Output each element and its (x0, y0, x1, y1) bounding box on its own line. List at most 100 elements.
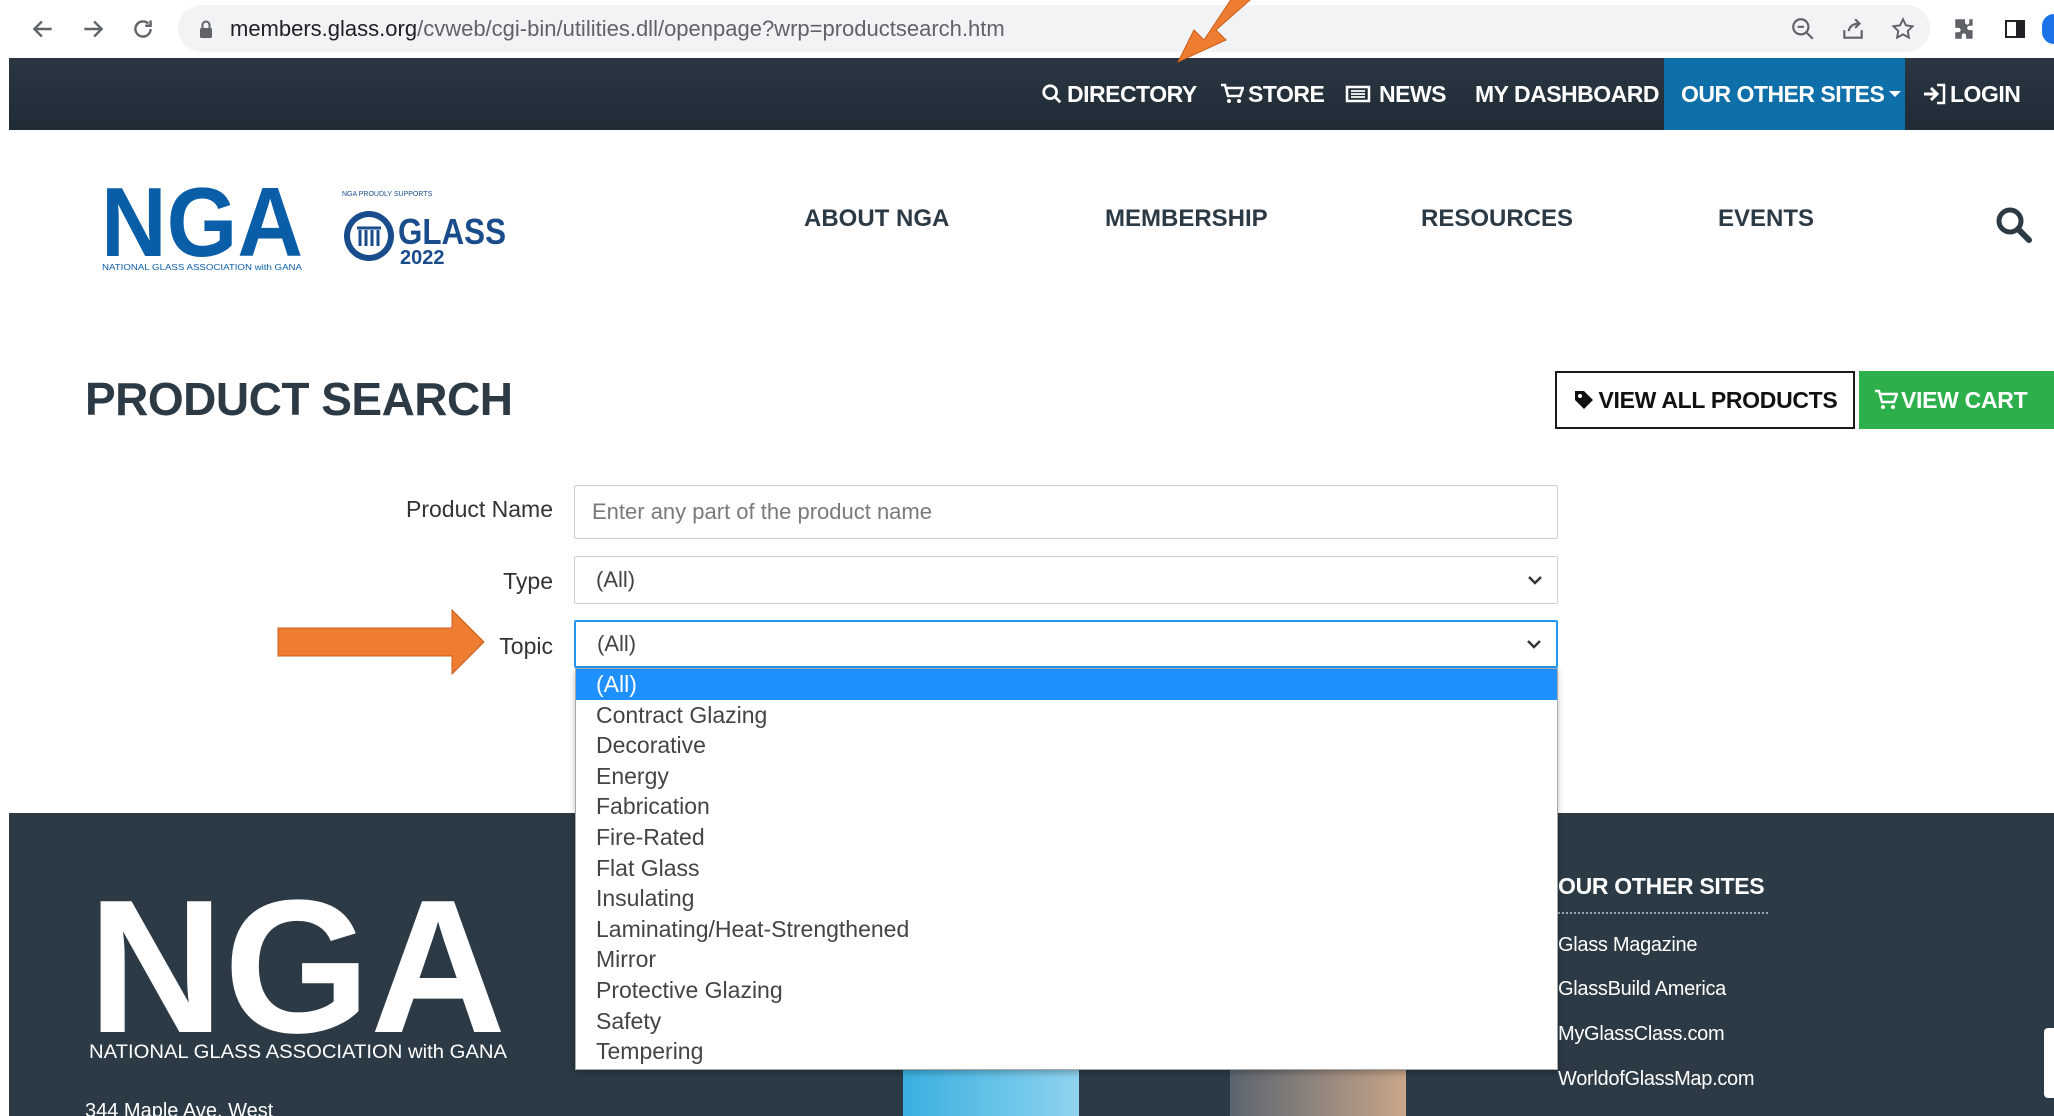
footer-nga-logo[interactable]: NGA NATIONAL GLASS ASSOCIATION with GANA (88, 861, 508, 1073)
cart-icon (1875, 389, 1898, 409)
nga-logo-subtext: NATIONAL GLASS ASSOCIATION with GANA (102, 263, 303, 272)
topic-selected-value: (All) (597, 631, 637, 656)
forward-arrow-icon (84, 20, 104, 38)
annotation-arrow-icon (277, 608, 485, 676)
glass-2022-graphic: NGA PROUDLY SUPPORTS GLASS 2022 (342, 191, 506, 269)
login-link[interactable]: LOGIN (1922, 58, 2021, 130)
footer-link-glass-magazine[interactable]: Glass Magazine (1558, 934, 1698, 957)
search-icon (1042, 84, 1062, 104)
chevron-down-icon (1527, 640, 1541, 649)
topic-option[interactable]: (All) (576, 669, 1557, 700)
topic-option[interactable]: Fire-Rated (576, 822, 1557, 853)
footer-address: 344 Maple Ave. West (85, 1100, 274, 1116)
share-icon (1843, 18, 1863, 39)
login-label: LOGIN (1950, 80, 2021, 107)
other-sites-heading: OUR OTHER SITES (1558, 873, 1765, 899)
footer-link-myglassclass[interactable]: MyGlassClass.com (1558, 1023, 1725, 1046)
store-label: STORE (1248, 80, 1325, 107)
lock-icon (200, 20, 212, 38)
topic-option[interactable]: Tempering (576, 1036, 1557, 1067)
profile-avatar[interactable] (2042, 14, 2054, 44)
nga-logo-graphic: NGA NATIONAL GLASS ASSOCIATION with GANA (101, 167, 303, 277)
type-select[interactable]: (All) (574, 556, 1558, 604)
footer-link-worldofglassmap[interactable]: WorldofGlassMap.com (1558, 1068, 1755, 1091)
news-label: NEWS (1379, 80, 1447, 107)
back-arrow-icon (32, 20, 52, 38)
footer-logo-text: NGA (88, 880, 506, 1060)
topic-option[interactable]: Fabrication (576, 791, 1557, 822)
topic-option[interactable]: Flat Glass (576, 853, 1557, 884)
utility-bar: DIRECTORY STORE NEWS MY DASHBOARD OUR OT… (9, 58, 2054, 130)
sign-in-icon (1924, 83, 1946, 105)
zoom-button[interactable] (1786, 12, 1820, 46)
feedback-widget[interactable] (2044, 1028, 2054, 1098)
nav-about[interactable]: ABOUT NGA (804, 205, 949, 245)
url-text: members.glass.org/cvweb/cgi-bin/utilitie… (230, 16, 1005, 42)
caret-down-icon (1889, 91, 1902, 97)
back-button[interactable] (26, 12, 60, 46)
topic-select[interactable]: (All) (574, 620, 1558, 668)
nav-resources[interactable]: RESOURCES (1421, 205, 1573, 245)
type-label: Type (503, 568, 553, 594)
topic-option[interactable]: Laminating/Heat-Strengthened (576, 914, 1557, 945)
other-sites-label: OUR OTHER SITES (1681, 80, 1885, 107)
tag-icon (1574, 391, 1593, 409)
footer-logo-subtext: NATIONAL GLASS ASSOCIATION with GANA (89, 1042, 507, 1060)
footer-logo-graphic: NGA NATIONAL GLASS ASSOCIATION with GANA (88, 861, 507, 1073)
product-name-input[interactable]: Enter any part of the product name (574, 485, 1558, 539)
star-icon (1891, 17, 1915, 40)
topic-option[interactable]: Decorative (576, 730, 1557, 761)
forward-button[interactable] (76, 12, 110, 46)
reload-icon (134, 20, 152, 38)
annotation-arrow-icon (1176, 0, 1251, 64)
cart-icon (1221, 83, 1244, 103)
nav-events[interactable]: EVENTS (1718, 205, 1814, 245)
url-path: /cvweb/cgi-bin/utilities.dll/openpage?wr… (417, 15, 1005, 41)
newspaper-icon (1345, 85, 1371, 103)
zoom-out-icon (1792, 18, 1814, 40)
browser-toolbar: members.glass.org/cvweb/cgi-bin/utilitie… (0, 0, 2054, 58)
news-link[interactable]: NEWS (1345, 58, 1447, 130)
heading-divider (1558, 912, 1768, 914)
nga-logo-text: NGA (101, 180, 303, 272)
magazine-thumbnail-2[interactable] (1230, 1068, 1406, 1116)
address-bar[interactable]: members.glass.org/cvweb/cgi-bin/utilitie… (178, 5, 1930, 52)
url-host: members.glass.org (230, 15, 418, 41)
product-name-label: Product Name (405, 496, 553, 522)
topic-dropdown-list: (All) Contract Glazing Decorative Energy… (575, 668, 1558, 1070)
extensions-button[interactable] (1948, 12, 1982, 46)
dashboard-link[interactable]: MY DASHBOARD (1475, 58, 1659, 130)
reload-button[interactable] (126, 12, 160, 46)
side-panel-button[interactable] (1998, 12, 2032, 46)
page-title: PRODUCT SEARCH (85, 373, 513, 425)
puzzle-icon (1955, 19, 1973, 39)
type-selected-value: (All) (596, 567, 636, 592)
product-name-placeholder: Enter any part of the product name (592, 499, 932, 524)
view-all-products-label: VIEW ALL PRODUCTS (1598, 386, 1838, 413)
topic-option[interactable]: Mirror (576, 944, 1557, 975)
chevron-down-icon (1528, 576, 1542, 585)
search-icon (1996, 207, 2032, 243)
bookmark-button[interactable] (1886, 12, 1920, 46)
nga-logo[interactable]: NGA NATIONAL GLASS ASSOCIATION with GANA (101, 167, 306, 277)
nav-membership[interactable]: MEMBERSHIP (1105, 205, 1268, 245)
directory-label: DIRECTORY (1067, 80, 1197, 107)
view-cart-button[interactable]: VIEW CART (1859, 371, 2054, 429)
glass-logo-text: GLASS (398, 211, 506, 252)
glass-logo-year: 2022 (400, 247, 445, 268)
view-cart-label: VIEW CART (1901, 386, 2028, 413)
other-sites-dropdown[interactable]: OUR OTHER SITES (1681, 58, 1906, 130)
footer-link-glassbuild[interactable]: GlassBuild America (1558, 978, 1726, 1001)
topic-option[interactable]: Safety (576, 1006, 1557, 1037)
glass-logo-tagline: NGA PROUDLY SUPPORTS (342, 191, 433, 198)
topic-option[interactable]: Energy (576, 761, 1557, 792)
site-search-button[interactable] (1994, 205, 2034, 245)
topic-option[interactable]: Contract Glazing (576, 700, 1557, 731)
dashboard-label: MY DASHBOARD (1475, 80, 1659, 107)
view-all-products-button[interactable]: VIEW ALL PRODUCTS (1555, 371, 1855, 429)
glass-2022-logo[interactable]: NGA PROUDLY SUPPORTS GLASS 2022 (340, 186, 508, 269)
side-panel-icon (2005, 20, 2025, 38)
topic-option[interactable]: Insulating (576, 883, 1557, 914)
topic-option[interactable]: Protective Glazing (576, 975, 1557, 1006)
share-button[interactable] (1836, 12, 1870, 46)
